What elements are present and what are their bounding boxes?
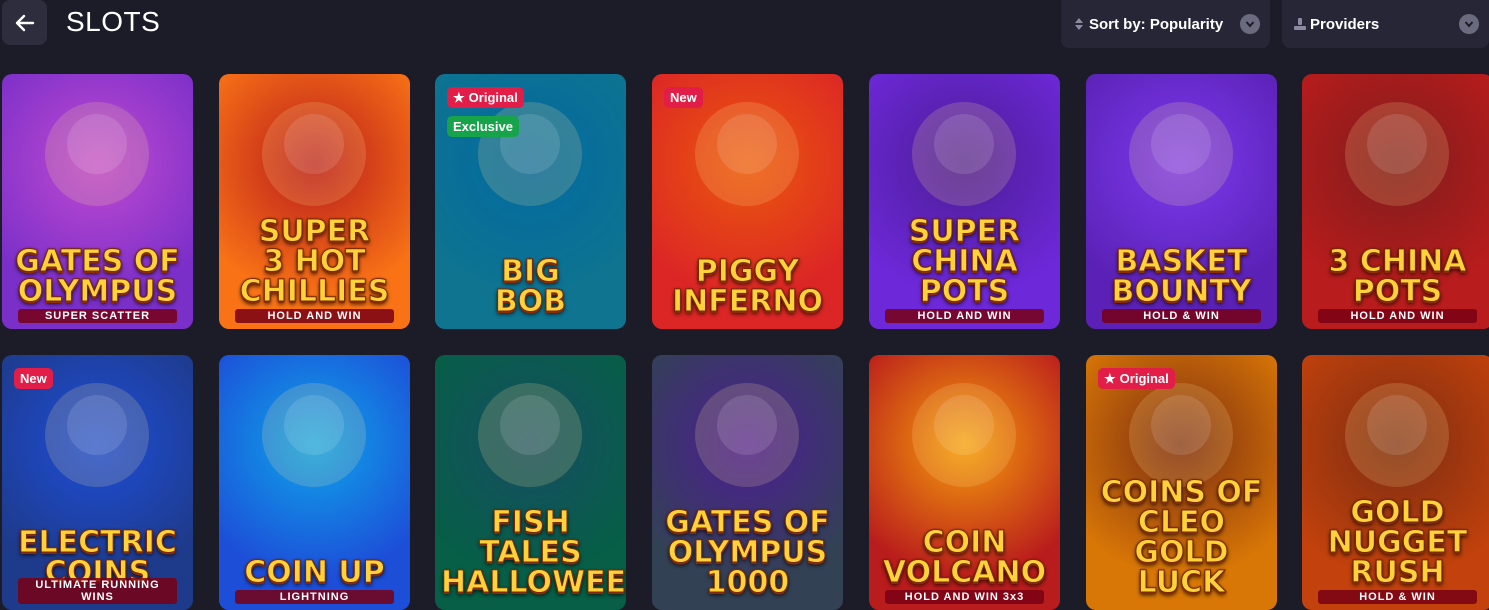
game-card[interactable]: Super China Pots HOLD AND WIN (869, 74, 1060, 329)
game-card[interactable]: BIG BOB ★ Original Exclusive (435, 74, 626, 329)
game-subtitle: HOLD AND WIN (235, 309, 394, 323)
badge-label: New (20, 371, 47, 386)
sort-dropdown[interactable]: Sort by: Popularity (1061, 0, 1270, 48)
game-subtitle: ULTIMATE RUNNING WINS (18, 578, 177, 604)
providers-label: Providers (1310, 15, 1380, 33)
game-card[interactable]: 3 China Pots HOLD AND WIN (1302, 74, 1489, 329)
game-title: Coins of Cleo Gold Luck (1100, 475, 1263, 600)
page-title: SLOTS (66, 6, 161, 37)
game-subtitle: SUPER SCATTER (18, 309, 177, 323)
badge-label: Original (1119, 371, 1169, 386)
game-subtitle: HOLD & WIN (1102, 309, 1261, 323)
sort-label: Sort by: Popularity (1089, 15, 1224, 33)
badge-label: Exclusive (453, 119, 513, 134)
game-title: Fish Tales Halloween (441, 505, 627, 600)
game-subtitle: HOLD AND WIN 3x3 (885, 590, 1044, 604)
game-card[interactable]: Super 3 HOT Chillies HOLD AND WIN (219, 74, 410, 329)
game-card[interactable]: Coin Volcano HOLD AND WIN 3x3 (869, 355, 1060, 610)
game-title: Basket Bounty (1111, 244, 1252, 309)
game-card[interactable]: Fish Tales Halloween (435, 355, 626, 610)
game-title: Super China Pots (908, 214, 1021, 309)
game-title: 3 China Pots (1328, 244, 1467, 309)
game-subtitle: HOLD & WIN (1318, 590, 1477, 604)
game-title: Coin Up (244, 555, 386, 590)
game-title: Super 3 HOT Chillies (239, 214, 390, 309)
game-subtitle: HOLD AND WIN (1318, 309, 1477, 323)
exclusive-badge: Exclusive (447, 116, 519, 137)
game-card[interactable]: Piggy Inferno New (652, 74, 843, 329)
providers-dropdown[interactable]: Providers (1282, 0, 1489, 48)
game-title: BIG BOB (494, 254, 567, 319)
back-button[interactable] (2, 0, 47, 45)
original-badge: ★ Original (447, 87, 524, 108)
game-subtitle: HOLD AND WIN (885, 309, 1044, 323)
game-title: Piggy Inferno (672, 254, 824, 319)
star-icon: ★ (1104, 371, 1116, 386)
badge-label: Original (468, 90, 518, 105)
new-badge: New (664, 87, 703, 108)
arrow-left-icon (15, 14, 34, 31)
badge-group: ★ Original Exclusive (447, 87, 524, 137)
game-card[interactable]: Electric Coins ULTIMATE RUNNING WINS New (2, 355, 193, 610)
game-card[interactable]: Basket Bounty HOLD & WIN (1086, 74, 1277, 329)
chevron-down-icon (1459, 14, 1479, 34)
game-subtitle: LIGHTNING (235, 590, 394, 604)
game-card[interactable]: Gates of Olympus 1000 (652, 355, 843, 610)
badge-group: New (14, 368, 53, 389)
game-title: Coin Volcano (882, 525, 1047, 590)
providers-icon (1292, 17, 1308, 31)
game-card[interactable]: Coins of Cleo Gold Luck ★ Original (1086, 355, 1277, 610)
new-badge: New (14, 368, 53, 389)
badge-group: ★ Original (1098, 368, 1175, 389)
badge-group: New (664, 87, 703, 108)
chevron-down-icon (1240, 14, 1260, 34)
badge-label: New (670, 90, 697, 105)
game-card[interactable]: Gold Nugget Rush HOLD & WIN (1302, 355, 1489, 610)
original-badge: ★ Original (1098, 368, 1175, 389)
star-icon: ★ (453, 90, 465, 105)
game-title: Gates of Olympus (15, 244, 181, 309)
game-card[interactable]: Coin Up LIGHTNING (219, 355, 410, 610)
game-title: Gates of Olympus 1000 (665, 505, 831, 600)
game-title: Gold Nugget Rush (1327, 495, 1468, 590)
sort-icon (1071, 17, 1087, 31)
game-card[interactable]: Gates of Olympus SUPER SCATTER (2, 74, 193, 329)
